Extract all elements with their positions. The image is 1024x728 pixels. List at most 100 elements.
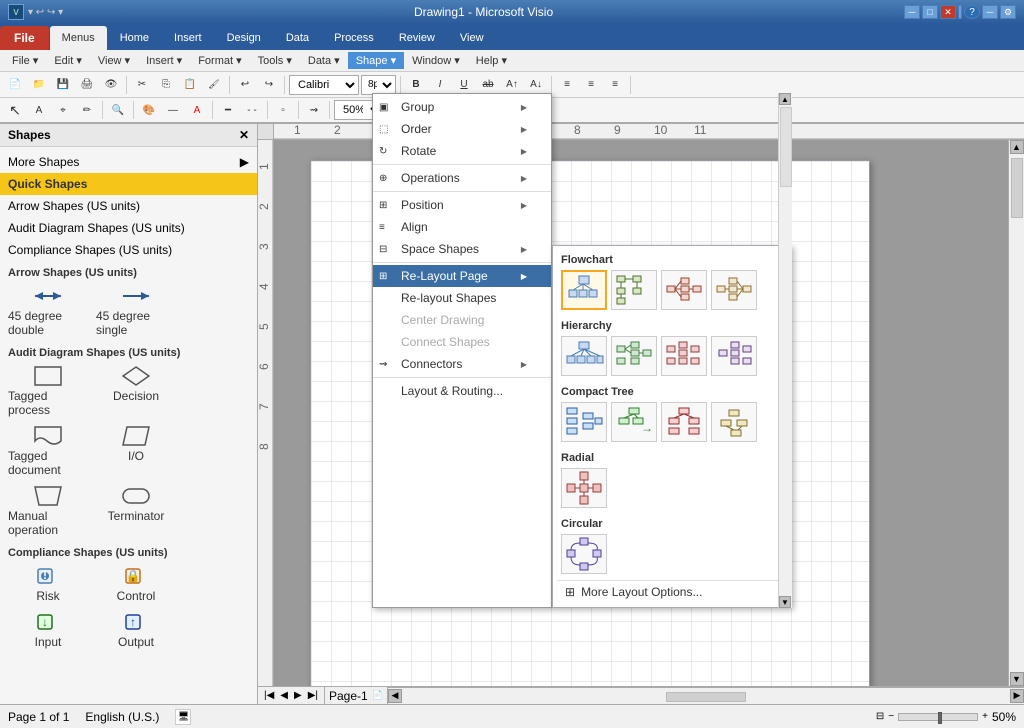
line-weight-btn[interactable]: ━	[217, 99, 239, 121]
menu-tools[interactable]: Tools ▾	[250, 52, 300, 69]
menu-edit[interactable]: Edit ▾	[46, 52, 90, 69]
shape-decision[interactable]: Decision	[96, 365, 176, 417]
paste-btn[interactable]: 📋	[179, 74, 201, 96]
scrollbar-right-btn[interactable]: ▶	[1010, 689, 1024, 703]
radial-icon-1[interactable]	[561, 468, 607, 508]
zoom-slider-thumb[interactable]	[938, 712, 942, 724]
menu-view[interactable]: View ▾	[90, 52, 138, 69]
scrollbar-thumb-v[interactable]	[1011, 158, 1023, 218]
compliance-shapes-item[interactable]: Compliance Shapes (US units)	[0, 239, 257, 261]
shape-terminator[interactable]: Terminator	[96, 485, 176, 537]
flowchart-icon-2[interactable]	[611, 270, 657, 310]
shape-arrow-double[interactable]: 45 degree double	[8, 285, 88, 337]
font-color-btn[interactable]: A	[186, 99, 208, 121]
cut-btn[interactable]: ✂	[131, 74, 153, 96]
shadow-btn[interactable]: ▫	[272, 99, 294, 121]
ribbon-minimize-btn[interactable]: ─	[982, 5, 998, 19]
compact-icon-1[interactable]	[561, 402, 607, 442]
hierarchy-icon-1[interactable]	[561, 336, 607, 376]
pencil-btn[interactable]: ✏	[76, 99, 98, 121]
tab-design[interactable]: Design	[215, 26, 273, 50]
ribbon-options-btn[interactable]: ⚙	[1000, 5, 1016, 19]
help-btn[interactable]: ?	[964, 5, 980, 19]
page-tab[interactable]: Page-1 📄	[325, 687, 388, 704]
flowchart-icon-1[interactable]	[561, 270, 607, 310]
hierarchy-icon-2[interactable]	[611, 336, 657, 376]
menu-item-order[interactable]: ⬚ Order ▶	[373, 118, 551, 140]
first-page-btn[interactable]: |◀	[262, 690, 276, 701]
undo-btn[interactable]: ↩	[234, 74, 256, 96]
text-btn[interactable]: A	[28, 99, 50, 121]
flowchart-icon-3[interactable]	[661, 270, 707, 310]
scrollbar-thumb-h[interactable]	[666, 692, 746, 702]
menu-shape[interactable]: Shape ▾	[348, 52, 404, 69]
shape-manual-op[interactable]: Manual operation	[8, 485, 88, 537]
new-btn[interactable]: 📄	[4, 74, 26, 96]
menu-item-layout-routing[interactable]: Layout & Routing...	[373, 380, 551, 402]
connect-btn[interactable]: ⌖	[52, 99, 74, 121]
circular-icon-1[interactable]	[561, 534, 607, 574]
menu-help[interactable]: Help ▾	[468, 52, 515, 69]
menu-item-relayout[interactable]: ⊞ Re-Layout Page ▶	[373, 265, 551, 287]
quick-shapes-item[interactable]: Quick Shapes	[0, 173, 257, 195]
print-btn[interactable]: 🖨	[76, 74, 98, 96]
font-size-select[interactable]: 8pt	[361, 75, 396, 95]
tab-process[interactable]: Process	[322, 26, 386, 50]
preview-btn[interactable]: 👁	[100, 74, 122, 96]
minimize-button[interactable]: ─	[904, 5, 920, 19]
menu-data[interactable]: Data ▾	[300, 52, 348, 69]
scrollbar-up-btn[interactable]: ▲	[1010, 140, 1024, 154]
menu-item-align[interactable]: ≡ Align	[373, 216, 551, 238]
fill-color-btn[interactable]: 🎨	[138, 99, 160, 121]
zoom-in-icon[interactable]: +	[982, 711, 988, 722]
hierarchy-icon-3[interactable]	[661, 336, 707, 376]
last-page-btn[interactable]: ▶|	[306, 690, 320, 701]
menu-item-relayout-shapes[interactable]: Re-layout Shapes	[373, 287, 551, 309]
menu-item-connectors[interactable]: ⇝ Connectors ▶	[373, 353, 551, 375]
prev-page-btn[interactable]: ◀	[278, 690, 290, 701]
more-shapes-item[interactable]: More Shapes ▶	[0, 151, 257, 173]
menu-item-space-shapes[interactable]: ⊟ Space Shapes ▶	[373, 238, 551, 260]
tab-file[interactable]: File	[0, 26, 49, 50]
flyout-scroll-down[interactable]: ▼	[779, 596, 791, 608]
zoom-out-icon[interactable]: −	[888, 711, 894, 722]
shape-arrow-single[interactable]: 45 degree single	[96, 285, 176, 337]
compact-icon-2[interactable]: →	[611, 402, 657, 442]
redo-btn[interactable]: ↪	[258, 74, 280, 96]
menu-window[interactable]: Window ▾	[404, 52, 468, 69]
scrollbar-horizontal[interactable]: ◀ ▶	[388, 687, 1024, 703]
save-btn[interactable]: 💾	[52, 74, 74, 96]
connector-format-btn[interactable]: ⇝	[303, 99, 325, 121]
compact-icon-3[interactable]	[661, 402, 707, 442]
menu-file[interactable]: File ▾	[4, 52, 46, 69]
copy-btn[interactable]: ⎘	[155, 74, 177, 96]
audit-shapes-item[interactable]: Audit Diagram Shapes (US units)	[0, 217, 257, 239]
tab-home[interactable]: Home	[108, 26, 161, 50]
flyout-scrollbar[interactable]: ▲ ▼	[778, 93, 792, 608]
restore-button[interactable]: □	[922, 5, 938, 19]
font-name-select[interactable]: Calibri	[289, 75, 359, 95]
menu-item-group[interactable]: ▣ Group ▶	[373, 96, 551, 118]
arrow-shapes-item[interactable]: Arrow Shapes (US units)	[0, 195, 257, 217]
menu-item-rotate[interactable]: ↻ Rotate ▶	[373, 140, 551, 162]
zoom-slider[interactable]	[898, 713, 978, 721]
menu-item-position[interactable]: ⊞ Position ▶	[373, 194, 551, 216]
menu-item-operations[interactable]: ⊕ Operations ▶	[373, 167, 551, 189]
line-color-btn[interactable]: —	[162, 99, 184, 121]
tab-data[interactable]: Data	[274, 26, 321, 50]
shape-risk[interactable]: ! Risk	[8, 565, 88, 603]
scrollbar-down-btn[interactable]: ▼	[1010, 672, 1024, 686]
pointer-btn[interactable]: ↖	[4, 99, 26, 121]
flyout-scroll-up[interactable]: ▲	[779, 93, 791, 105]
close-button[interactable]: ✕	[940, 5, 956, 19]
shape-output[interactable]: ↑ Output	[96, 611, 176, 649]
more-layout-options-btn[interactable]: ⊞ More Layout Options...	[557, 580, 787, 603]
menu-insert[interactable]: Insert ▾	[138, 52, 190, 69]
shape-tagged-document[interactable]: Tagged document	[8, 425, 88, 477]
shape-input[interactable]: ↓ Input	[8, 611, 88, 649]
tab-menus[interactable]: Menus	[50, 26, 107, 50]
tab-insert[interactable]: Insert	[162, 26, 214, 50]
next-page-btn[interactable]: ▶	[292, 690, 304, 701]
shape-tagged-process[interactable]: Tagged process	[8, 365, 88, 417]
line-style-btn[interactable]: - -	[241, 99, 263, 121]
